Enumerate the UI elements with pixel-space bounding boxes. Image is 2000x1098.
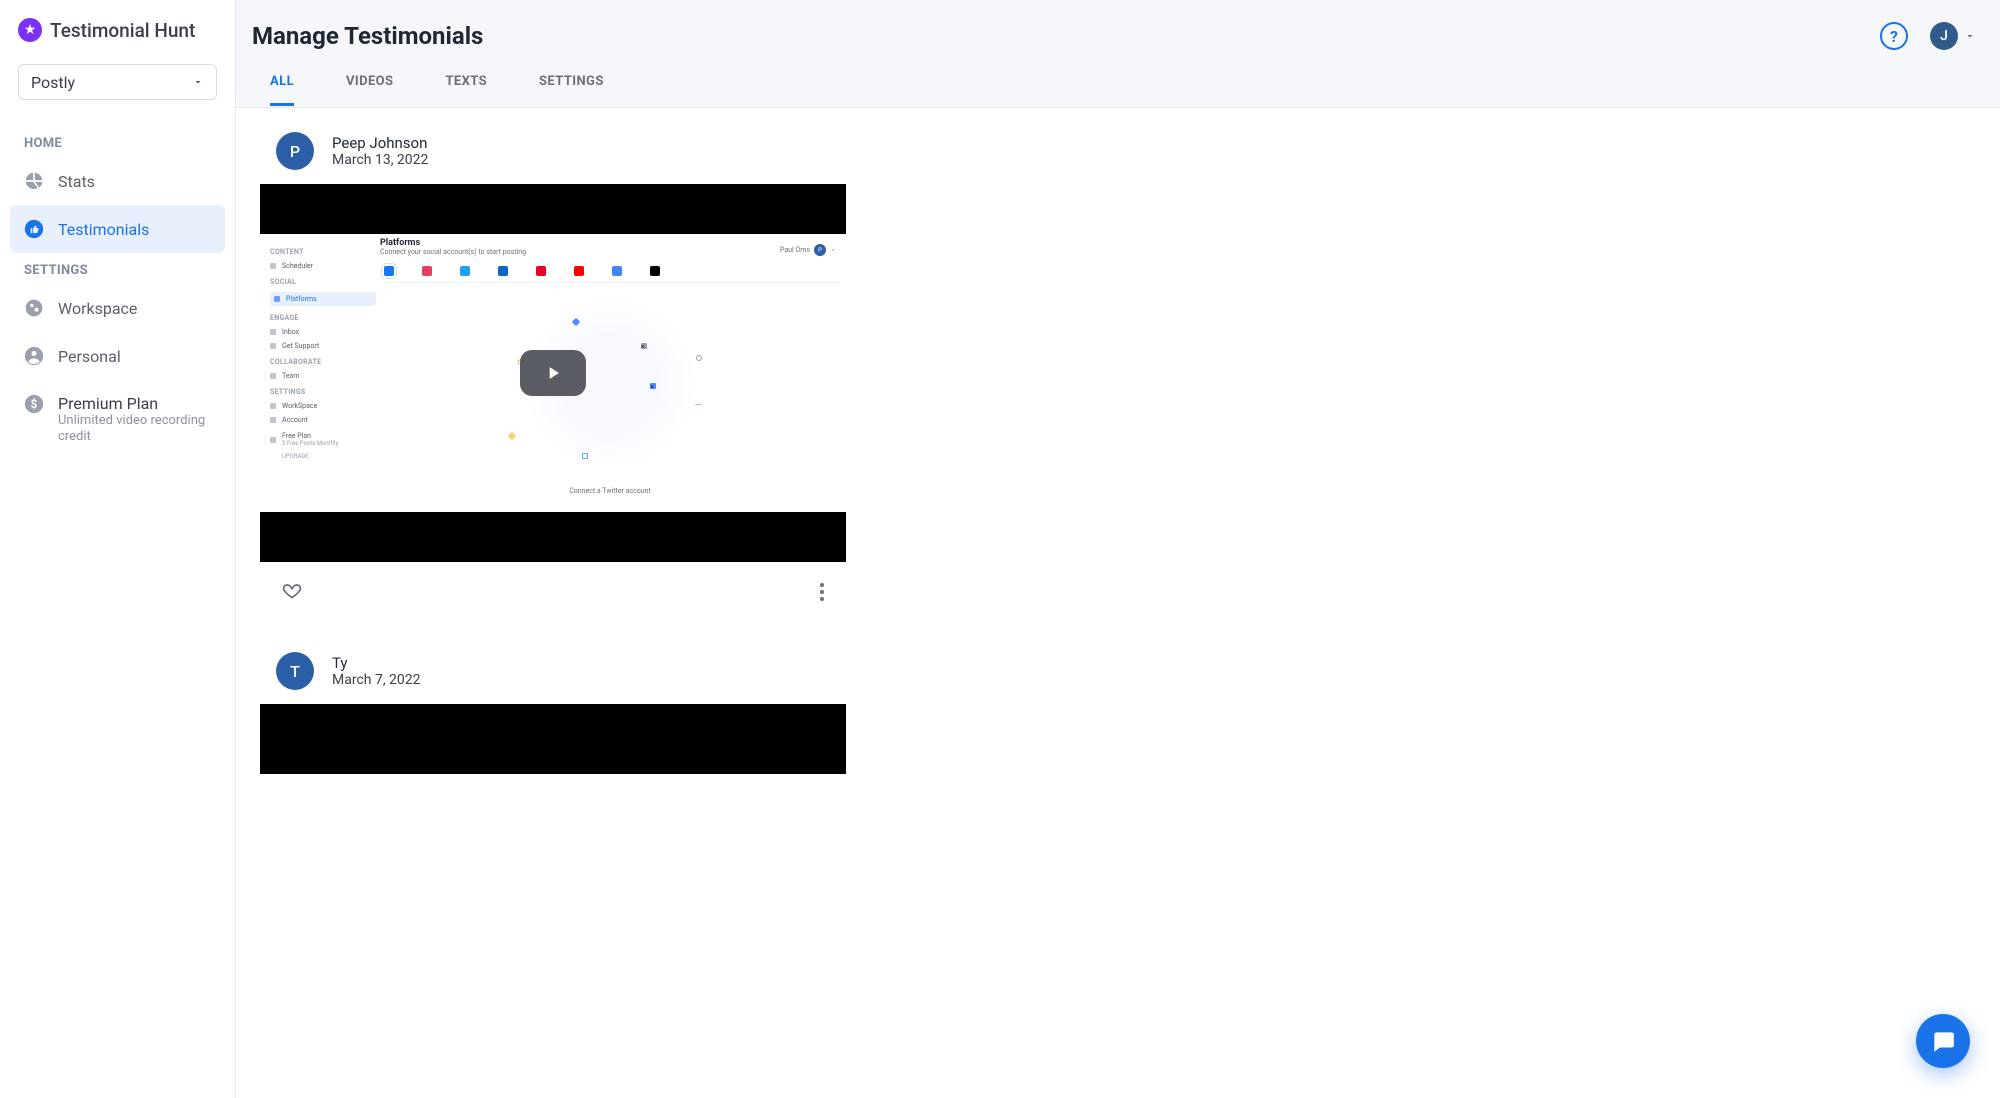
dollar-icon: $ <box>24 394 44 414</box>
chat-icon <box>1930 1028 1956 1054</box>
user-menu[interactable]: J <box>1930 22 1976 50</box>
top-actions: ? J <box>1880 22 1976 50</box>
tab-texts[interactable]: TEXTS <box>445 74 487 106</box>
thumb-main: Paul Oms P Platforms Connect your social… <box>380 238 840 508</box>
testimonial-date: March 7, 2022 <box>332 672 421 688</box>
thumb-item: Team <box>270 372 376 380</box>
card-header: P Peep Johnson March 13, 2022 <box>260 132 846 170</box>
brand: ★ Testimonial Hunt <box>10 18 225 64</box>
tab-all[interactable]: ALL <box>270 74 294 106</box>
tab-videos[interactable]: VIDEOS <box>346 74 393 106</box>
sidebar-section-settings: SETTINGS <box>10 253 225 284</box>
sidebar-item-label: Stats <box>58 172 95 191</box>
sidebar: ★ Testimonial Hunt Postly HOME Stats Tes… <box>0 0 236 1098</box>
testimonial-date: March 13, 2022 <box>332 152 428 168</box>
testimonial-card: P Peep Johnson March 13, 2022 CONTENT Sc… <box>260 132 846 604</box>
svg-text:$: $ <box>31 397 38 411</box>
topbar: Manage Testimonials ALL VIDEOS TEXTS SET… <box>236 0 2000 108</box>
globe-icon <box>24 298 44 318</box>
play-icon <box>543 363 563 383</box>
thumb-section: ENGAGE <box>270 314 376 322</box>
thumb-section: CONTENT <box>270 248 376 256</box>
thumb-item: Scheduler <box>270 262 376 270</box>
author-avatar: P <box>276 132 314 170</box>
user-circle-icon <box>24 346 44 366</box>
heart-icon <box>282 580 302 600</box>
chevron-down-icon <box>1964 30 1976 42</box>
thumb-title: Platforms <box>380 238 840 248</box>
thumb-item: Platforms <box>270 292 376 306</box>
user-avatar: J <box>1930 22 1958 50</box>
testimonial-video[interactable] <box>260 704 846 774</box>
thumb-up-icon <box>24 219 44 239</box>
sidebar-item-personal[interactable]: Personal <box>10 332 225 380</box>
sidebar-item-workspace[interactable]: Workspace <box>10 284 225 332</box>
brand-logo-icon: ★ <box>18 18 42 42</box>
brand-name: Testimonial Hunt <box>50 19 195 42</box>
author-name: Peep Johnson <box>332 134 428 152</box>
more-button[interactable] <box>820 583 824 601</box>
sidebar-item-label: Workspace <box>58 299 137 318</box>
thumb-upgrade: UPGRADE <box>282 453 376 460</box>
card-actions <box>260 562 846 604</box>
author-name: Ty <box>332 654 421 672</box>
thumb-section: SETTINGS <box>270 388 376 396</box>
premium-subtitle: Unlimited video recording credit <box>58 413 211 446</box>
like-button[interactable] <box>282 580 302 604</box>
page-title: Manage Testimonials <box>252 22 1984 50</box>
sidebar-section-home: HOME <box>10 126 225 157</box>
thumb-subtitle: Connect your social account(s) to start … <box>380 248 840 256</box>
sidebar-item-premium[interactable]: $ Premium Plan Unlimited video recording… <box>10 380 225 460</box>
sidebar-item-label: Testimonials <box>58 220 149 239</box>
tabs: ALL VIDEOS TEXTS SETTINGS <box>252 74 1984 106</box>
thumb-social-row <box>384 266 840 283</box>
premium-title: Premium Plan <box>58 394 211 413</box>
chat-fab[interactable] <box>1916 1014 1970 1068</box>
workspace-select-value: Postly <box>31 73 75 92</box>
thumb-item: WorkSpace <box>270 402 376 410</box>
thumb-userbar: Paul Oms P <box>780 244 836 256</box>
thumb-central: × × CONNECT <box>380 283 840 483</box>
testimonial-video[interactable]: CONTENT Scheduler SOCIAL Platforms ENGAG… <box>260 184 846 562</box>
thumb-item: Inbox <box>270 328 376 336</box>
main: Manage Testimonials ALL VIDEOS TEXTS SET… <box>236 0 2000 1098</box>
author-avatar: T <box>276 652 314 690</box>
sidebar-item-stats[interactable]: Stats <box>10 157 225 205</box>
tab-settings[interactable]: SETTINGS <box>539 74 604 106</box>
thumb-item: Get Support <box>270 342 376 350</box>
chevron-down-icon <box>192 76 204 88</box>
pie-chart-icon <box>24 171 44 191</box>
card-header: T Ty March 7, 2022 <box>260 652 846 690</box>
sidebar-item-testimonials[interactable]: Testimonials <box>10 205 225 253</box>
workspace-select[interactable]: Postly <box>18 64 217 100</box>
thumb-footer: Connect a Twitter account <box>380 487 840 495</box>
thumb-item: Account <box>270 416 376 424</box>
thumb-item: Free Plan5 Free Posts Monthly <box>270 432 376 447</box>
testimonial-card: T Ty March 7, 2022 <box>260 652 846 774</box>
thumb-section: COLLABORATE <box>270 358 376 366</box>
play-button[interactable] <box>520 350 586 396</box>
sidebar-item-label: Personal <box>58 347 121 366</box>
content-scroll[interactable]: P Peep Johnson March 13, 2022 CONTENT Sc… <box>236 108 2000 1098</box>
chevron-down-icon <box>830 247 836 253</box>
help-button[interactable]: ? <box>1880 22 1908 50</box>
thumb-section: SOCIAL <box>270 278 376 286</box>
thumb-sidebar: CONTENT Scheduler SOCIAL Platforms ENGAG… <box>270 234 376 512</box>
